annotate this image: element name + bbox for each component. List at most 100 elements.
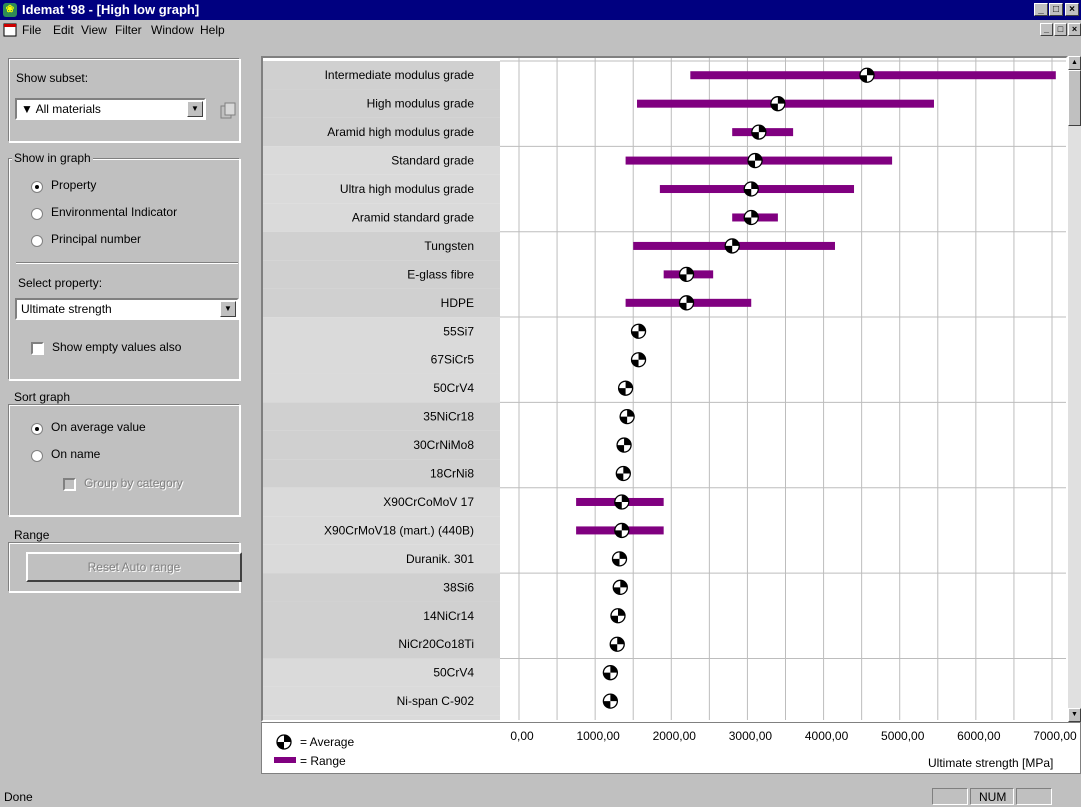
group-by-category-checkbox[interactable] (63, 478, 76, 491)
row-label: 14NiCr14 (423, 609, 474, 623)
row-label: 18CrNi8 (430, 467, 474, 481)
vertical-scrollbar[interactable]: ▲ ▼ (1068, 56, 1081, 722)
status-panel-caps (932, 788, 968, 805)
average-marker (611, 551, 628, 567)
show-empty-checkbox[interactable] (31, 342, 44, 355)
axis-legend-pane: = Average = Range 0,00 1000,00 2000,00 3000… (261, 722, 1081, 774)
chart-canvas: Intermediate modulus grade High modulus g… (263, 58, 1066, 720)
property-value: Ultimate strength (21, 302, 112, 316)
title-bar: ❀ Idemat '98 - [High low graph] _ □ × (0, 0, 1081, 20)
row-label: 67SiCr5 (431, 353, 475, 367)
radio-environmental-indicator[interactable] (31, 208, 43, 220)
reset-auto-range-label: Reset Auto range (87, 560, 181, 574)
average-marker (602, 665, 619, 681)
row-label: Aramid high modulus grade (327, 125, 474, 139)
menu-edit[interactable]: Edit (53, 23, 74, 37)
menu-view[interactable]: View (81, 23, 107, 37)
radio-property[interactable] (31, 181, 43, 193)
row-label: NiCr20Co18Ti (398, 637, 474, 651)
average-marker (619, 408, 635, 425)
label-band (263, 715, 500, 720)
subset-properties-icon[interactable] (219, 102, 237, 120)
row-label: Duranik. 301 (406, 552, 474, 566)
property-combo[interactable]: Ultimate strength ▼ (15, 298, 239, 320)
app-icon[interactable]: ❀ (3, 3, 17, 17)
x-tick-label: 1000,00 (576, 729, 620, 743)
row-label: X90CrCoMoV 17 (383, 495, 474, 509)
row-label: 30CrNiMo8 (413, 438, 474, 452)
chevron-down-icon[interactable]: ▼ (220, 301, 236, 317)
row-label: 38Si6 (443, 580, 474, 594)
row-label: E-glass fibre (407, 267, 474, 281)
average-marker (630, 352, 647, 368)
reset-auto-range-button[interactable]: Reset Auto range (26, 552, 242, 582)
average-marker (724, 238, 740, 254)
row-label: Ultra high modulus grade (340, 182, 474, 196)
scroll-down-button[interactable]: ▼ (1068, 708, 1081, 722)
average-marker (678, 295, 695, 311)
maximize-button[interactable]: □ (1049, 3, 1063, 16)
menu-window[interactable]: Window (151, 23, 194, 37)
row-label: High modulus grade (367, 97, 475, 111)
average-marker (678, 266, 695, 283)
menu-help[interactable]: Help (200, 23, 225, 37)
window-title: Idemat '98 - [High low graph] (22, 2, 200, 17)
row-label: 50CrV4 (433, 666, 474, 680)
document-icon[interactable] (3, 23, 17, 37)
close-button[interactable]: × (1065, 3, 1079, 16)
menu-filter[interactable]: Filter (115, 23, 142, 37)
left-panel: Show subset: ▼ All materials ▼ Show in g… (0, 42, 258, 752)
radio-environmental-indicator-label: Environmental Indicator (51, 205, 178, 219)
scroll-thumb[interactable] (1068, 70, 1081, 126)
average-marker (770, 96, 786, 112)
average-marker (630, 323, 647, 339)
child-close-button[interactable]: × (1068, 23, 1081, 36)
x-tick-label: 6000,00 (957, 729, 1001, 743)
subset-combo[interactable]: ▼ All materials ▼ (15, 98, 206, 120)
average-marker (615, 465, 631, 482)
average-marker (859, 67, 875, 83)
average-marker (617, 380, 634, 396)
radio-sort-name-label: On name (51, 447, 101, 461)
average-marker (609, 636, 625, 652)
range-title: Range (12, 528, 52, 542)
x-tick-label: 3000,00 (729, 729, 773, 743)
chevron-down-icon[interactable]: ▼ (187, 101, 203, 117)
radio-sort-name[interactable] (31, 450, 43, 462)
average-marker (747, 152, 763, 169)
x-tick-label: 7000,00 (1033, 729, 1077, 743)
sort-graph-title: Sort graph (12, 390, 73, 404)
child-restore-button[interactable]: □ (1054, 23, 1067, 36)
select-property-label: Select property: (18, 276, 103, 290)
group-by-category-label: Group by category (84, 476, 183, 490)
menu-file[interactable]: File (22, 23, 41, 37)
row-label: 35NiCr18 (423, 410, 474, 424)
average-marker (614, 494, 630, 510)
child-minimize-button[interactable]: _ (1040, 23, 1053, 36)
row-label: HDPE (441, 296, 474, 310)
filter-icon: ▼ (21, 102, 36, 116)
show-in-graph-title: Show in graph (12, 151, 93, 165)
radio-sort-average-label: On average value (51, 420, 146, 434)
x-tick-label: 4000,00 (805, 729, 849, 743)
subset-label: Show subset: (16, 71, 89, 85)
scroll-up-button[interactable]: ▲ (1068, 56, 1081, 70)
menu-bar: File Edit View Filter Window Help (0, 20, 1081, 40)
row-label: X90CrMoV18 (mart.) (440B) (324, 523, 474, 537)
radio-sort-average[interactable] (31, 423, 43, 435)
row-label: Standard grade (391, 154, 474, 168)
average-marker (743, 209, 759, 226)
status-bar: Done NUM (0, 786, 1081, 807)
minimize-button[interactable]: _ (1034, 3, 1048, 16)
average-marker (743, 181, 759, 197)
subset-value: ▼ All materials (21, 102, 101, 116)
show-empty-label: Show empty values also (52, 340, 182, 354)
divider (16, 262, 238, 264)
radio-principal-number[interactable] (31, 235, 43, 247)
row-label: Intermediate modulus grade (325, 68, 475, 82)
x-axis-title: Ultimate strength [MPa] (928, 756, 1054, 770)
row-label: 55Si7 (443, 324, 474, 338)
radio-principal-number-label: Principal number (51, 232, 142, 246)
average-marker (616, 437, 632, 453)
average-marker (751, 124, 767, 140)
